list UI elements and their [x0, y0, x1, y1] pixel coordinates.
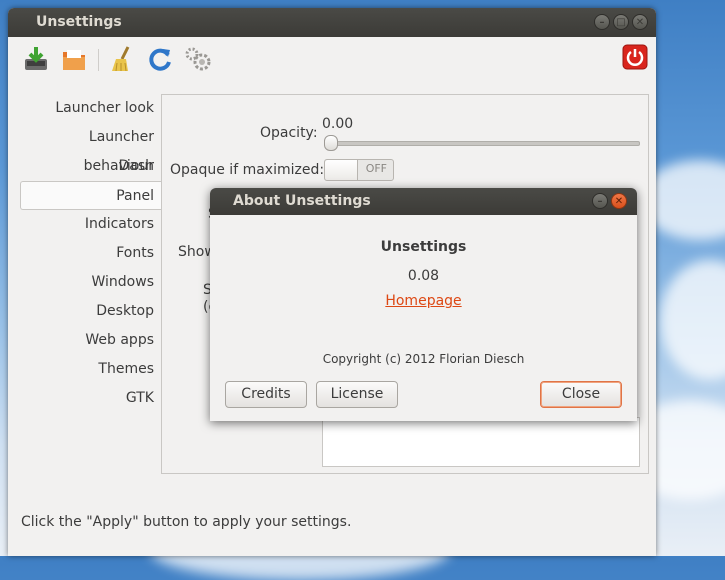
sidebar-item-windows[interactable]: Windows [20, 268, 162, 297]
switch-state: OFF [365, 162, 387, 175]
credits-button[interactable]: Credits [225, 381, 307, 408]
settings-list-box[interactable] [322, 417, 640, 467]
opacity-value: 0.00 [322, 116, 354, 132]
switch-thumb [325, 160, 358, 180]
about-dialog: About Unsettings – ✕ Unsettings 0.08 Hom… [210, 188, 637, 421]
license-button[interactable]: License [316, 381, 398, 408]
dialog-title: About Unsettings [233, 193, 371, 209]
sidebar-item-launcher-look[interactable]: Launcher look [20, 94, 162, 123]
sidebar-item-web-apps[interactable]: Web apps [20, 326, 162, 355]
copyright-text: Copyright (c) 2012 Florian Diesch [322, 352, 525, 366]
cloud [660, 260, 725, 380]
folder-icon[interactable] [60, 45, 88, 73]
minimize-button[interactable]: – [594, 14, 610, 30]
broom-icon[interactable] [108, 45, 136, 73]
homepage-link[interactable]: Homepage [385, 293, 461, 309]
sidebar-item-fonts[interactable]: Fonts [20, 239, 162, 268]
opacity-slider-handle[interactable] [324, 135, 338, 151]
maximize-button[interactable]: □ [613, 14, 629, 30]
close-button[interactable]: ✕ [632, 14, 648, 30]
opaque-maximized-switch[interactable]: OFF [324, 159, 394, 181]
dialog-minimize-button[interactable]: – [592, 193, 608, 209]
opaque-maximized-label: Opaque if maximized: [170, 162, 325, 178]
sidebar: Launcher look Launcher behaviour Dash Pa… [20, 94, 162, 413]
sidebar-item-panel[interactable]: Panel [20, 181, 162, 210]
toolbar [8, 37, 656, 87]
window-title: Unsettings [36, 14, 122, 30]
status-bar: Click the "Apply" button to apply your s… [21, 514, 352, 530]
sidebar-item-launcher-behaviour[interactable]: Launcher behaviour [20, 123, 162, 174]
main-titlebar[interactable]: Unsettings – □ ✕ [8, 8, 656, 37]
toolbar-separator [98, 49, 99, 71]
dialog-close-icon[interactable]: ✕ [611, 193, 627, 209]
close-button[interactable]: Close [540, 381, 622, 408]
opacity-slider[interactable] [324, 141, 640, 146]
save-icon[interactable] [22, 45, 50, 73]
sidebar-item-indicators[interactable]: Indicators [20, 210, 162, 239]
dialog-titlebar[interactable]: About Unsettings – ✕ [210, 188, 637, 215]
gears-icon[interactable] [184, 45, 212, 73]
opacity-label: Opacity: [260, 125, 318, 141]
power-icon[interactable] [622, 44, 648, 70]
homepage-link-wrap: Homepage [210, 293, 637, 309]
sidebar-item-desktop[interactable]: Desktop [20, 297, 162, 326]
sidebar-item-gtk[interactable]: GTK [20, 384, 162, 413]
sidebar-item-themes[interactable]: Themes [20, 355, 162, 384]
app-name: Unsettings [380, 239, 467, 255]
refresh-icon[interactable] [146, 45, 174, 73]
app-version: 0.08 [407, 268, 440, 284]
